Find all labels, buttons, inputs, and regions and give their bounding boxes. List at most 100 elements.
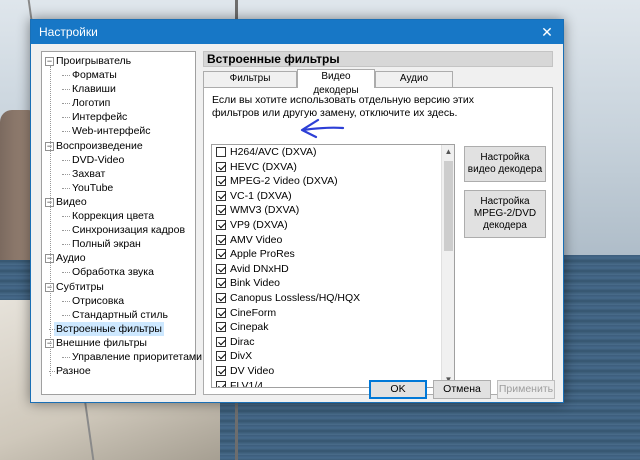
tree-item-label: Захват <box>72 167 106 180</box>
filter-item[interactable]: H264/AVC (DXVA) <box>212 145 454 160</box>
filter-item-label: WMV3 (DXVA) <box>230 204 300 217</box>
scroll-up-icon[interactable]: ▲ <box>442 145 454 159</box>
tree-item-label: Синхронизация кадров <box>72 224 186 237</box>
checkbox-checked-icon[interactable] <box>216 161 226 172</box>
filter-item[interactable]: Apple ProRes <box>212 247 454 262</box>
tree-item-label: Полный экран <box>72 238 141 251</box>
filter-item-label: CineForm <box>230 306 277 319</box>
checkbox-checked-icon[interactable] <box>216 380 226 387</box>
tree-item[interactable]: Полный экран <box>42 237 195 251</box>
tree-item[interactable]: Воспроизведение − <box>42 139 195 153</box>
close-icon[interactable]: ✕ <box>537 22 557 42</box>
tab-strip: Фильтры источников Видео декодеры Аудио … <box>203 69 553 98</box>
configure-video-decoder-button[interactable]: Настройка видео декодера <box>464 146 546 182</box>
checkbox-checked-icon[interactable] <box>216 322 226 333</box>
tab-audio-decoders[interactable]: Аудио декодеры <box>375 71 453 98</box>
tree-item[interactable]: Клавиши <box>42 82 195 96</box>
window-titlebar[interactable]: Настройки ✕ <box>31 20 563 44</box>
tree-connector <box>62 131 70 133</box>
checkbox-checked-icon[interactable] <box>216 205 226 216</box>
tree-item-label: YouTube <box>72 181 114 194</box>
tree-connector <box>62 117 70 119</box>
checkbox-checked-icon[interactable] <box>216 336 226 347</box>
tree-item-label: Отрисовка <box>72 294 125 307</box>
filter-item[interactable]: AMV Video <box>212 233 454 248</box>
filter-item[interactable]: MPEG-2 Video (DXVA) <box>212 174 454 189</box>
checkbox-checked-icon[interactable] <box>216 263 226 274</box>
checkbox-checked-icon[interactable] <box>216 190 226 201</box>
filter-item-label: DivX <box>230 350 253 363</box>
tree-item[interactable]: Web-интерфейс <box>42 124 195 138</box>
tree-item-label: Форматы <box>72 69 117 82</box>
filter-item[interactable]: VC-1 (DXVA) <box>212 189 454 204</box>
tree-item[interactable]: Разное <box>42 364 195 378</box>
filter-item[interactable]: HEVC (DXVA) <box>212 160 454 175</box>
checkbox-checked-icon[interactable] <box>216 278 226 289</box>
tree-item-label: Стандартный стиль <box>72 308 168 321</box>
cancel-button[interactable]: Отмена <box>433 380 491 399</box>
checkbox-checked-icon[interactable] <box>216 219 226 230</box>
tree-item[interactable]: Стандартный стиль <box>42 308 195 322</box>
tree-connector <box>62 75 70 77</box>
tree-item[interactable]: Коррекция цвета <box>42 209 195 223</box>
collapse-icon[interactable]: − <box>45 57 54 66</box>
tree-item[interactable]: Отрисовка <box>42 294 195 308</box>
tree-item-label: Логотип <box>72 97 111 110</box>
tree-item[interactable]: Встроенные фильтры <box>42 321 195 336</box>
tree-item[interactable]: Интерфейс <box>42 110 195 124</box>
checkbox-unchecked-icon[interactable] <box>216 147 226 157</box>
checkbox-checked-icon[interactable] <box>216 234 226 245</box>
tree-item-label: Видео <box>56 195 87 208</box>
filter-item[interactable]: DV Video <box>212 364 454 379</box>
checkbox-checked-icon[interactable] <box>216 292 226 303</box>
filter-item-label: AMV Video <box>230 233 283 246</box>
filter-item[interactable]: Avid DNxHD <box>212 262 454 277</box>
filter-item[interactable]: Canopus Lossless/HQ/HQX <box>212 291 454 306</box>
tree-item[interactable]: Видео − <box>42 195 195 209</box>
settings-tree[interactable]: Проигрыватель − Форматы Клавиши Логотип Интер… <box>41 51 202 395</box>
configure-mpeg2-decoder-button[interactable]: Настройка MPEG-2/DVD декодера <box>464 190 546 238</box>
tree-item[interactable]: Аудио − <box>42 251 195 265</box>
tab-source-filters[interactable]: Фильтры источников <box>203 71 297 98</box>
ok-button[interactable]: OK <box>369 380 427 399</box>
tree-item[interactable]: Управление приоритетами <box>42 350 202 364</box>
filter-item-label: Apple ProRes <box>230 248 295 261</box>
tree-item-label: Обработка звука <box>72 266 154 279</box>
filter-item-label: FLV1/4 <box>230 379 264 388</box>
tree-item[interactable]: Синхронизация кадров <box>42 223 195 237</box>
filter-item[interactable]: WMV3 (DXVA) <box>212 203 454 218</box>
filter-item-label: Dirac <box>230 335 255 348</box>
tree-item[interactable]: Захват <box>42 167 195 181</box>
tab-video-decoders[interactable]: Видео декодеры <box>297 69 375 96</box>
filter-item[interactable]: Bink Video <box>212 276 454 291</box>
filter-list-scrollbar[interactable]: ▲ ▼ <box>441 145 454 387</box>
tree-item[interactable]: Субтитры − <box>42 280 195 294</box>
checkbox-checked-icon[interactable] <box>216 307 226 318</box>
tree-item-label: Управление приоритетами <box>72 350 203 363</box>
tree-item-label: Субтитры <box>56 280 104 293</box>
tree-item[interactable]: Логотип <box>42 96 195 110</box>
filter-list[interactable]: H264/AVC (DXVA) HEVC (DXVA) MPEG-2 Video (… <box>211 144 455 388</box>
tree-item[interactable]: Форматы <box>42 68 195 82</box>
checkbox-checked-icon[interactable] <box>216 176 226 187</box>
tab-content: Если вы хотите использовать отдельную ве… <box>203 87 553 395</box>
checkbox-checked-icon[interactable] <box>216 249 226 260</box>
filter-item[interactable]: Cinepak <box>212 320 454 335</box>
tree-connector <box>62 314 70 316</box>
filter-item[interactable]: VP9 (DXVA) <box>212 218 454 233</box>
tree-item-label: Внешние фильтры <box>56 336 147 349</box>
tree-item[interactable]: Внешние фильтры − <box>42 336 195 350</box>
filter-item[interactable]: DivX <box>212 349 454 364</box>
checkbox-checked-icon[interactable] <box>216 365 226 376</box>
tree-item[interactable]: YouTube <box>42 181 195 195</box>
tree-item[interactable]: DVD-Video <box>42 153 195 167</box>
checkbox-checked-icon[interactable] <box>216 351 226 362</box>
tree-item-label: Аудио <box>56 252 86 265</box>
tree-item[interactable]: Обработка звука <box>42 265 195 279</box>
tree-item[interactable]: Проигрыватель − <box>42 54 195 68</box>
filter-item[interactable]: CineForm <box>212 306 454 321</box>
scrollbar-thumb[interactable] <box>444 161 453 251</box>
apply-button[interactable]: Применить <box>497 380 555 399</box>
tree-item-label: Разное <box>56 365 91 378</box>
filter-item[interactable]: Dirac <box>212 335 454 350</box>
